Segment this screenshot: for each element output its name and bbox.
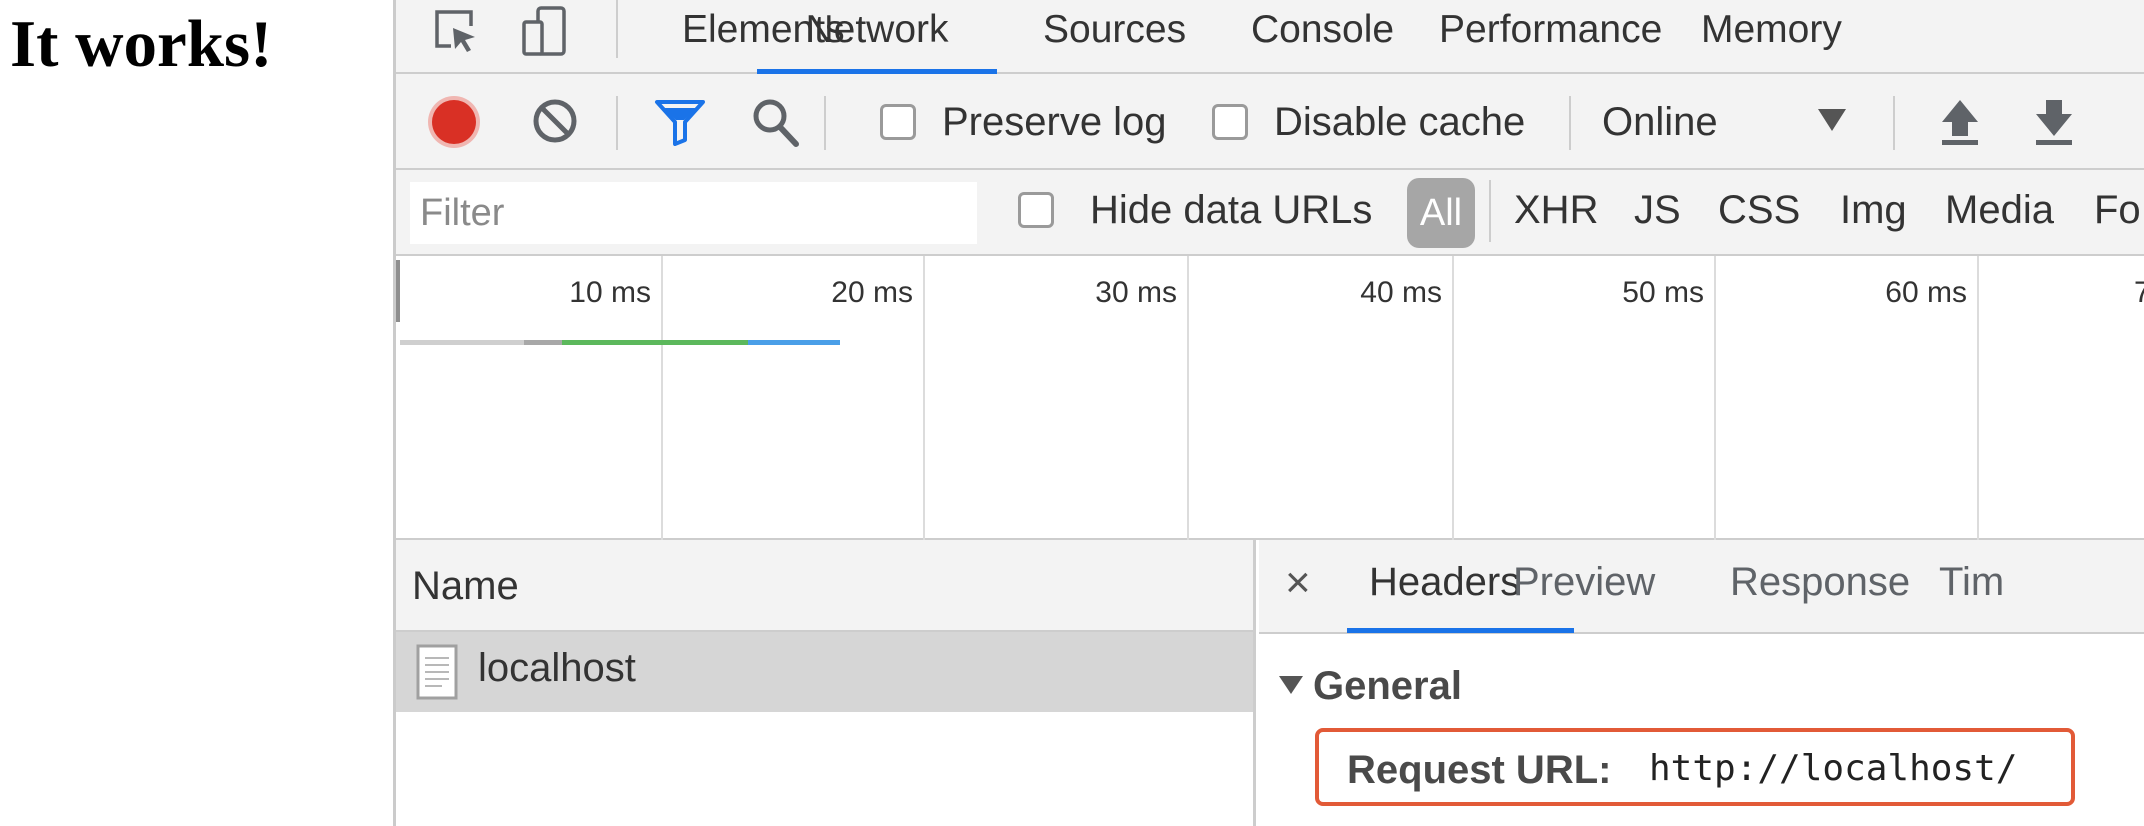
request-list: Name localhost (396, 540, 1256, 826)
request-url-label: Request URL: (1347, 748, 1612, 792)
filter-type-xhr[interactable]: XHR (1514, 188, 1598, 233)
timing-bar-queued (400, 340, 524, 345)
device-toolbar-icon[interactable] (520, 6, 570, 56)
tab-preview[interactable]: Preview (1513, 560, 1655, 605)
throttling-select[interactable]: Online (1602, 100, 1718, 145)
timeline-label: 50 ms (1622, 276, 1704, 309)
filter-separator (1489, 180, 1491, 242)
timeline-label: 30 ms (1095, 276, 1177, 309)
request-row[interactable]: localhost (396, 632, 1253, 712)
timeline-label: 40 ms (1360, 276, 1442, 309)
general-section-title: General (1313, 664, 1462, 708)
preserve-log-checkbox[interactable] (880, 104, 916, 140)
timing-bar-download (748, 340, 840, 345)
general-section-toggle[interactable]: General (1279, 664, 1462, 709)
timing-bar-stalled (524, 340, 562, 345)
request-url-highlight: Request URL: http://localhost/ (1315, 728, 2075, 806)
timeline-gridline (661, 256, 663, 540)
record-button[interactable] (432, 100, 476, 144)
active-tab-indicator (1347, 628, 1574, 633)
page-heading: It works! (10, 7, 273, 81)
timeline-drag-handle[interactable] (396, 260, 400, 322)
disable-cache-checkbox[interactable] (1212, 104, 1248, 140)
inspect-element-icon[interactable] (431, 6, 481, 56)
timeline-gridline (1187, 256, 1189, 540)
export-har-icon[interactable] (2030, 96, 2078, 148)
tab-timing[interactable]: Tim (1939, 560, 2004, 605)
clear-icon[interactable] (530, 96, 580, 146)
toolbar-separator (616, 96, 618, 150)
hide-data-urls-label: Hide data URLs (1090, 188, 1373, 232)
triangle-down-icon (1279, 676, 1303, 695)
disable-cache-label: Disable cache (1274, 100, 1526, 144)
filter-type-img[interactable]: Img (1840, 188, 1907, 233)
requests-section: Name localhost × Headers Preview Respons… (396, 540, 2144, 826)
timeline-gridline (1977, 256, 1979, 540)
filter-type-font[interactable]: Fo (2094, 188, 2141, 233)
filter-bar: Hide data URLs All XHR JS CSS Img Media … (396, 170, 2144, 256)
filter-type-js[interactable]: JS (1634, 188, 1681, 233)
tab-sources[interactable]: Sources (1043, 0, 1186, 74)
request-url-value: http://localhost/ (1649, 748, 2018, 789)
tabbar-separator (616, 0, 618, 58)
import-har-icon[interactable] (1936, 96, 1984, 148)
filter-input[interactable] (410, 182, 977, 244)
search-icon[interactable] (750, 96, 800, 148)
chevron-down-icon[interactable] (1818, 109, 1846, 131)
tab-headers[interactable]: Headers (1369, 560, 1520, 605)
document-icon (416, 644, 458, 700)
close-icon[interactable]: × (1285, 558, 1311, 608)
timeline-label: 20 ms (831, 276, 913, 309)
details-tabbar: × Headers Preview Response Tim (1259, 540, 2144, 634)
timeline-label: 7 (2134, 276, 2144, 310)
tab-response[interactable]: Response (1730, 560, 1910, 605)
toolbar-separator (824, 96, 826, 150)
preserve-log-label: Preserve log (942, 100, 1167, 144)
request-details: × Headers Preview Response Tim General R… (1259, 540, 2144, 826)
tab-console[interactable]: Console (1251, 0, 1394, 74)
tab-network[interactable]: Network (757, 0, 997, 74)
network-toolbar: Preserve log Disable cache Online (396, 74, 2144, 170)
request-name: localhost (478, 646, 636, 690)
devtools-tabbar: Elements Network Sources Console Perform… (396, 0, 2144, 74)
timeline-label: 60 ms (1885, 276, 1967, 309)
timeline-label: 10 ms (569, 276, 651, 309)
devtools-panel: Elements Network Sources Console Perform… (393, 0, 2144, 826)
hide-data-urls-checkbox[interactable] (1018, 192, 1054, 228)
filter-icon[interactable] (654, 98, 706, 146)
toolbar-separator (1893, 96, 1895, 150)
toolbar-separator (1569, 96, 1571, 150)
filter-type-css[interactable]: CSS (1718, 188, 1800, 233)
timing-bar-waiting (562, 340, 748, 345)
timeline-overview[interactable]: 10 ms 20 ms 30 ms 40 ms 50 ms 60 ms 7 (396, 256, 2144, 540)
name-column-header[interactable]: Name (396, 540, 1253, 632)
timeline-gridline (923, 256, 925, 540)
timeline-gridline (1452, 256, 1454, 540)
timeline-gridline (1714, 256, 1716, 540)
filter-type-media[interactable]: Media (1945, 188, 2054, 233)
tab-memory[interactable]: Memory (1701, 0, 1842, 74)
tab-performance[interactable]: Performance (1439, 0, 1662, 74)
filter-type-all[interactable]: All (1407, 178, 1475, 248)
